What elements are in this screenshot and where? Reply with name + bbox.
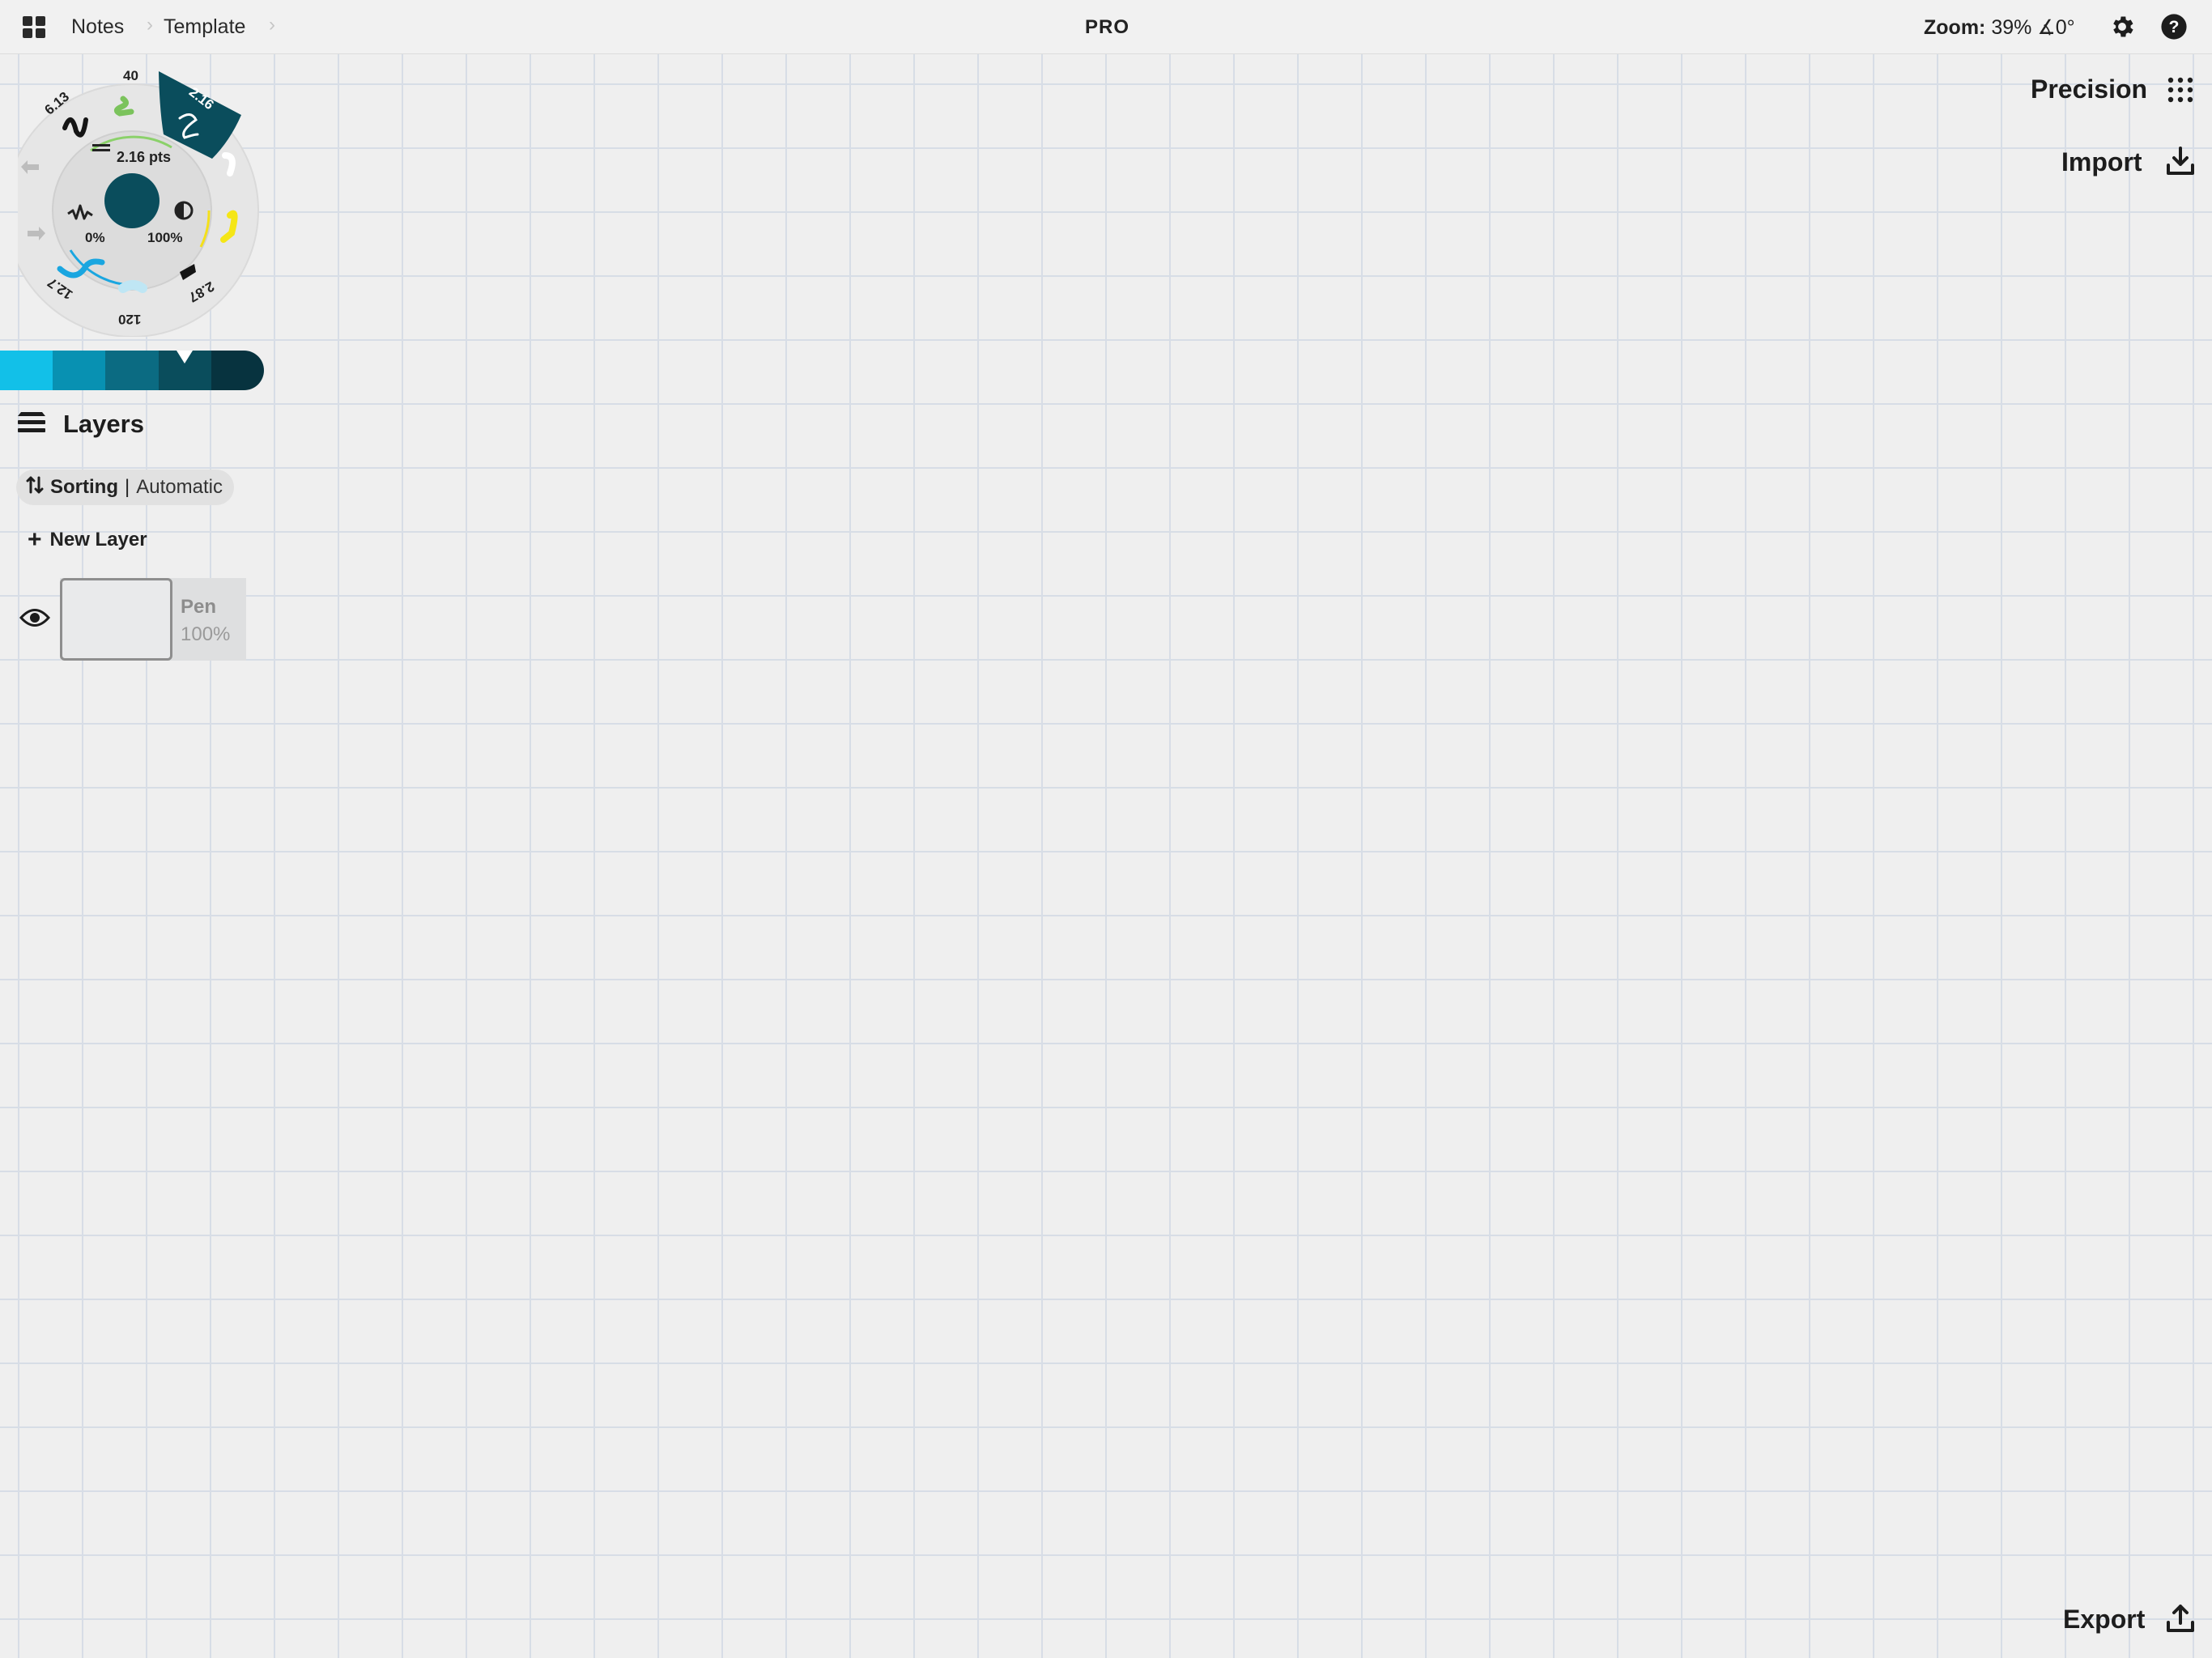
eye-icon[interactable] bbox=[19, 607, 51, 632]
top-toolbar: Notes › Template › PRO Zoom: 39% ∡0° ? bbox=[0, 0, 2212, 54]
opacity-value: 100% bbox=[147, 230, 183, 245]
export-icon[interactable] bbox=[2165, 1603, 2196, 1638]
svg-text:?: ? bbox=[2169, 17, 2180, 36]
sort-arrows-icon bbox=[26, 475, 44, 500]
import-label[interactable]: Import bbox=[2061, 147, 2142, 177]
smoothing-value: 0% bbox=[85, 230, 105, 245]
breadcrumb-template[interactable]: Template bbox=[164, 15, 245, 39]
drawing-canvas[interactable] bbox=[0, 0, 2212, 1658]
sorting-value: Automatic bbox=[136, 476, 223, 498]
color-swatch[interactable] bbox=[105, 351, 159, 390]
sorting-separator: | bbox=[125, 476, 130, 498]
zoom-readout[interactable]: Zoom: 39% ∡0° bbox=[1924, 15, 2075, 40]
help-icon[interactable]: ? bbox=[2160, 13, 2188, 45]
breadcrumb-separator: › bbox=[269, 14, 275, 36]
layer-opacity: 100% bbox=[181, 623, 231, 645]
airbrush-preview[interactable] bbox=[118, 280, 147, 293]
sorting-label: Sorting bbox=[50, 476, 118, 498]
precision-label[interactable]: Precision bbox=[2031, 74, 2147, 104]
color-swatch[interactable] bbox=[53, 351, 106, 390]
zoom-label: Zoom: bbox=[1924, 16, 1986, 39]
sorting-toggle[interactable]: Sorting | Automatic bbox=[16, 470, 234, 505]
import-icon[interactable] bbox=[2165, 146, 2196, 181]
layer-thumbnail[interactable] bbox=[60, 578, 172, 661]
selected-color-pointer bbox=[177, 351, 193, 363]
precision-grid-icon[interactable] bbox=[2167, 76, 2194, 108]
color-swatch[interactable] bbox=[211, 351, 264, 390]
layers-header[interactable]: Layers bbox=[18, 410, 144, 439]
new-layer-label: New Layer bbox=[49, 529, 147, 551]
layer-name: Pen bbox=[181, 596, 217, 618]
layers-title: Layers bbox=[63, 410, 144, 438]
layers-stack-icon bbox=[18, 410, 45, 439]
brush-wheel[interactable]: 2.16 pts 0% 100% 6.13 40 2.16 12.7 120 2… bbox=[5, 62, 269, 338]
gear-icon[interactable] bbox=[2108, 13, 2136, 45]
export-label[interactable]: Export bbox=[2063, 1605, 2145, 1635]
angle-value: ∡0° bbox=[2037, 16, 2075, 39]
zoom-value: 39% bbox=[1991, 16, 2032, 39]
breadcrumb-notes[interactable]: Notes bbox=[71, 15, 124, 39]
layer-item[interactable]: Pen 100% bbox=[0, 578, 246, 661]
brush-size-readout: 2.16 pts bbox=[117, 149, 172, 165]
pro-badge[interactable]: PRO bbox=[1085, 16, 1129, 39]
color-history-strip[interactable] bbox=[0, 351, 264, 390]
plus-icon: + bbox=[28, 526, 42, 553]
color-swatch[interactable] bbox=[0, 351, 53, 390]
breadcrumb-separator: › bbox=[147, 14, 153, 36]
preset-size-label: 40 bbox=[123, 68, 138, 83]
new-layer-button[interactable]: + New Layer bbox=[28, 528, 147, 552]
current-color-dot[interactable] bbox=[104, 173, 160, 228]
gallery-grid-icon[interactable] bbox=[23, 16, 47, 39]
preset-size-label: 120 bbox=[118, 312, 142, 327]
